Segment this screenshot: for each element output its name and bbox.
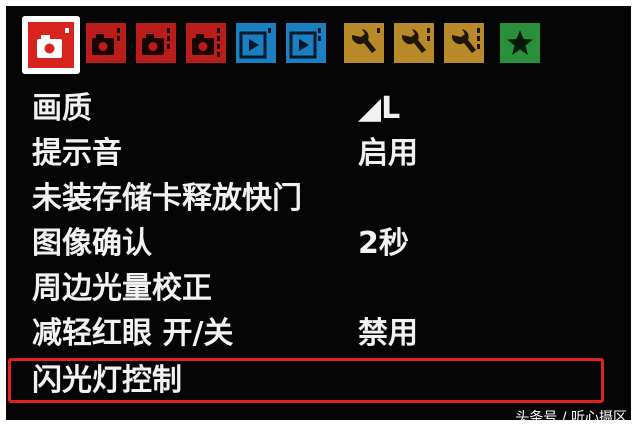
menu-item-peripheral-illumination[interactable]: 周边光量校正 bbox=[6, 266, 631, 311]
menu-tab-bar bbox=[22, 16, 542, 78]
menu-item-label: 未装存储卡释放快门 bbox=[32, 181, 302, 216]
tab-setup-3[interactable] bbox=[444, 23, 484, 63]
menu-item-flash-control[interactable]: 闪光灯控制 bbox=[8, 358, 604, 403]
menu-item-image-review[interactable]: 图像确认 2秒 bbox=[6, 221, 631, 266]
tab-shooting-3[interactable] bbox=[136, 23, 176, 63]
menu-item-beep[interactable]: 提示音 启用 bbox=[6, 131, 631, 176]
watermark-text: 头条号 / 听心摄区 bbox=[515, 410, 627, 426]
tab-playback-1[interactable] bbox=[236, 23, 276, 63]
tab-shooting-4[interactable] bbox=[186, 23, 226, 63]
beep-value: 启用 bbox=[358, 136, 418, 171]
tab-playback-2[interactable] bbox=[286, 23, 326, 63]
playback-icon bbox=[286, 23, 326, 63]
tab-shooting-2[interactable] bbox=[86, 23, 126, 63]
menu-item-label: 闪光灯控制 bbox=[32, 363, 182, 398]
tab-setup-1[interactable] bbox=[344, 23, 384, 63]
menu-item-release-without-card[interactable]: 未装存储卡释放快门 bbox=[6, 176, 631, 221]
playback-icon bbox=[236, 23, 276, 63]
menu-item-red-eye-reduction[interactable]: 减轻红眼 开/关 禁用 bbox=[6, 311, 631, 356]
star-my-menu-icon bbox=[500, 23, 540, 63]
tab-my-menu[interactable] bbox=[500, 23, 540, 63]
tab-shooting-1[interactable] bbox=[22, 16, 80, 74]
wrench-setup-icon bbox=[444, 23, 484, 63]
menu-item-label: 周边光量校正 bbox=[32, 271, 212, 306]
image-review-value: 2秒 bbox=[358, 226, 409, 261]
menu-item-label: 减轻红眼 开/关 bbox=[32, 316, 234, 351]
wrench-setup-icon bbox=[344, 23, 384, 63]
camera-shooting-icon bbox=[186, 23, 226, 63]
menu-item-image-quality[interactable]: 画质 ◢L bbox=[6, 86, 631, 131]
camera-shooting-icon bbox=[86, 23, 126, 63]
image-quality-value: ◢L bbox=[358, 91, 401, 126]
red-eye-reduction-value: 禁用 bbox=[358, 316, 418, 351]
menu-item-label: 画质 bbox=[32, 91, 92, 126]
wrench-setup-icon bbox=[394, 23, 434, 63]
camera-menu-screen: 画质 ◢L 提示音 启用 未装存储卡释放快门 图像确认 2秒 周边光量校正 减轻… bbox=[6, 6, 631, 420]
menu-item-label: 图像确认 bbox=[32, 226, 152, 261]
menu-item-label: 提示音 bbox=[32, 136, 122, 171]
tab-setup-2[interactable] bbox=[394, 23, 434, 63]
camera-shooting-icon bbox=[136, 23, 176, 63]
camera-shooting-icon bbox=[28, 22, 74, 68]
